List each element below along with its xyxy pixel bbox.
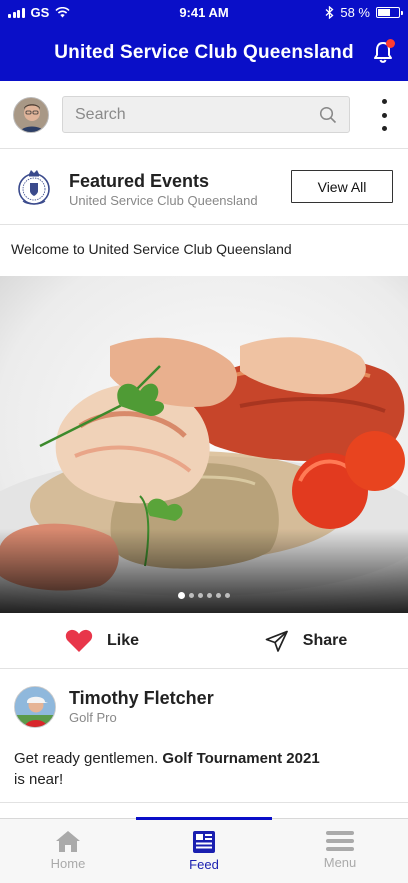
share-icon — [265, 630, 288, 652]
active-tab-indicator — [136, 817, 272, 820]
tab-menu-label: Menu — [323, 855, 357, 870]
search-input[interactable] — [75, 105, 319, 124]
carrier-label: GS — [30, 5, 50, 20]
welcome-text: Welcome to United Service Club Queenslan… — [11, 241, 292, 257]
featured-image-carousel[interactable] — [0, 276, 408, 613]
battery-icon — [376, 7, 403, 18]
post-author-name[interactable]: Timothy Fletcher — [69, 688, 214, 709]
post-text-highlight: Golf Tournament 2021 — [162, 750, 320, 767]
heart-icon — [65, 629, 93, 652]
carousel-dot[interactable] — [207, 593, 212, 598]
wifi-icon — [55, 7, 70, 18]
menu-icon — [326, 831, 354, 851]
share-label: Share — [302, 631, 348, 649]
tab-home[interactable]: Home — [0, 819, 136, 883]
post-author-avatar[interactable] — [14, 686, 56, 728]
post-author-role: Golf Pro — [69, 710, 117, 725]
feed-icon — [193, 831, 215, 853]
signal-icon — [8, 7, 25, 18]
notification-bell-icon[interactable] — [372, 39, 395, 64]
app-header: United Service Club Queensland — [0, 25, 408, 81]
search-icon[interactable] — [319, 106, 337, 124]
post-text-prefix: Get ready gentlemen. — [14, 750, 163, 767]
tab-home-label: Home — [50, 856, 86, 871]
user-avatar[interactable] — [13, 97, 49, 133]
tab-menu[interactable]: Menu — [272, 819, 408, 883]
carousel-dot[interactable] — [198, 593, 203, 598]
post-text-suffix: is near! — [14, 771, 64, 788]
bluetooth-icon — [325, 6, 334, 19]
like-label: Like — [106, 631, 139, 649]
like-button[interactable]: Like — [0, 613, 204, 668]
tab-feed-label: Feed — [189, 857, 219, 872]
battery-percent: 58 % — [340, 5, 370, 20]
app-title: United Service Club Queensland — [54, 42, 354, 63]
view-all-button[interactable]: View All — [291, 170, 393, 203]
post-actions: Like Share — [0, 613, 408, 669]
carousel-dot[interactable] — [225, 593, 230, 598]
club-crest-logo — [18, 170, 50, 205]
carousel-indicator[interactable] — [0, 592, 408, 599]
more-options-icon[interactable] — [378, 99, 390, 131]
search-row — [0, 81, 408, 149]
carousel-dot[interactable] — [189, 593, 194, 598]
tab-feed[interactable]: Feed — [136, 819, 272, 883]
featured-events-section: Featured Events United Service Club Quee… — [0, 150, 408, 225]
post-text: Get ready gentlemen. Golf Tournament 202… — [14, 748, 354, 790]
share-button[interactable]: Share — [204, 613, 408, 668]
bottom-tab-bar: Home Feed Menu — [0, 817, 408, 883]
featured-events-subtitle: United Service Club Queensland — [69, 193, 258, 208]
divider — [0, 802, 408, 803]
search-box[interactable] — [62, 96, 350, 133]
lobster-dish-image — [0, 276, 408, 613]
status-time: 9:41 AM — [179, 5, 229, 20]
carousel-dot[interactable] — [178, 592, 185, 599]
carousel-dot[interactable] — [216, 593, 221, 598]
notification-badge — [386, 39, 395, 48]
status-bar: GS 9:41 AM 58 % — [0, 0, 408, 25]
home-icon — [56, 831, 80, 852]
featured-events-title: Featured Events — [69, 171, 210, 191]
